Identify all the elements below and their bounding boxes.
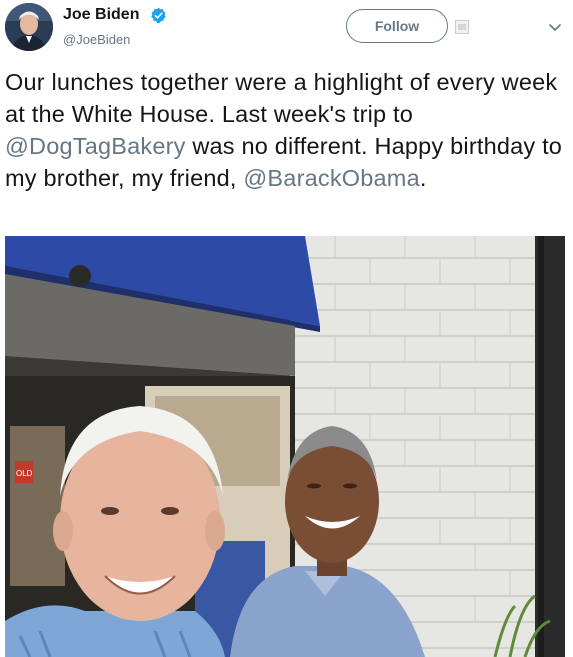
tweet-photo[interactable]: OLD (5, 236, 565, 657)
follow-button[interactable]: Follow (346, 9, 448, 43)
awning-sign-text: OLD (16, 469, 33, 478)
display-name[interactable]: Joe Biden (63, 6, 139, 24)
user-handle[interactable]: @JoeBiden (63, 32, 130, 47)
verified-badge-icon (151, 7, 166, 24)
tweet-text: Our lunches together were a highlight of… (5, 66, 565, 194)
chevron-down-icon[interactable] (548, 20, 562, 34)
selfie-photo-image: OLD (5, 236, 565, 657)
tweet-text-part: Our lunches together were a highlight of… (5, 69, 558, 127)
mention-link-dogtagbakery[interactable]: @DogTagBakery (5, 133, 186, 159)
tweet-text-part: . (419, 165, 427, 191)
avatar[interactable] (5, 3, 53, 51)
mention-link-barackobama[interactable]: @BarackObama (243, 165, 419, 191)
image-placeholder-icon (455, 20, 469, 34)
avatar-photo-icon (5, 3, 53, 51)
tweet-header: Joe Biden @JoeBiden Follow (0, 0, 573, 58)
